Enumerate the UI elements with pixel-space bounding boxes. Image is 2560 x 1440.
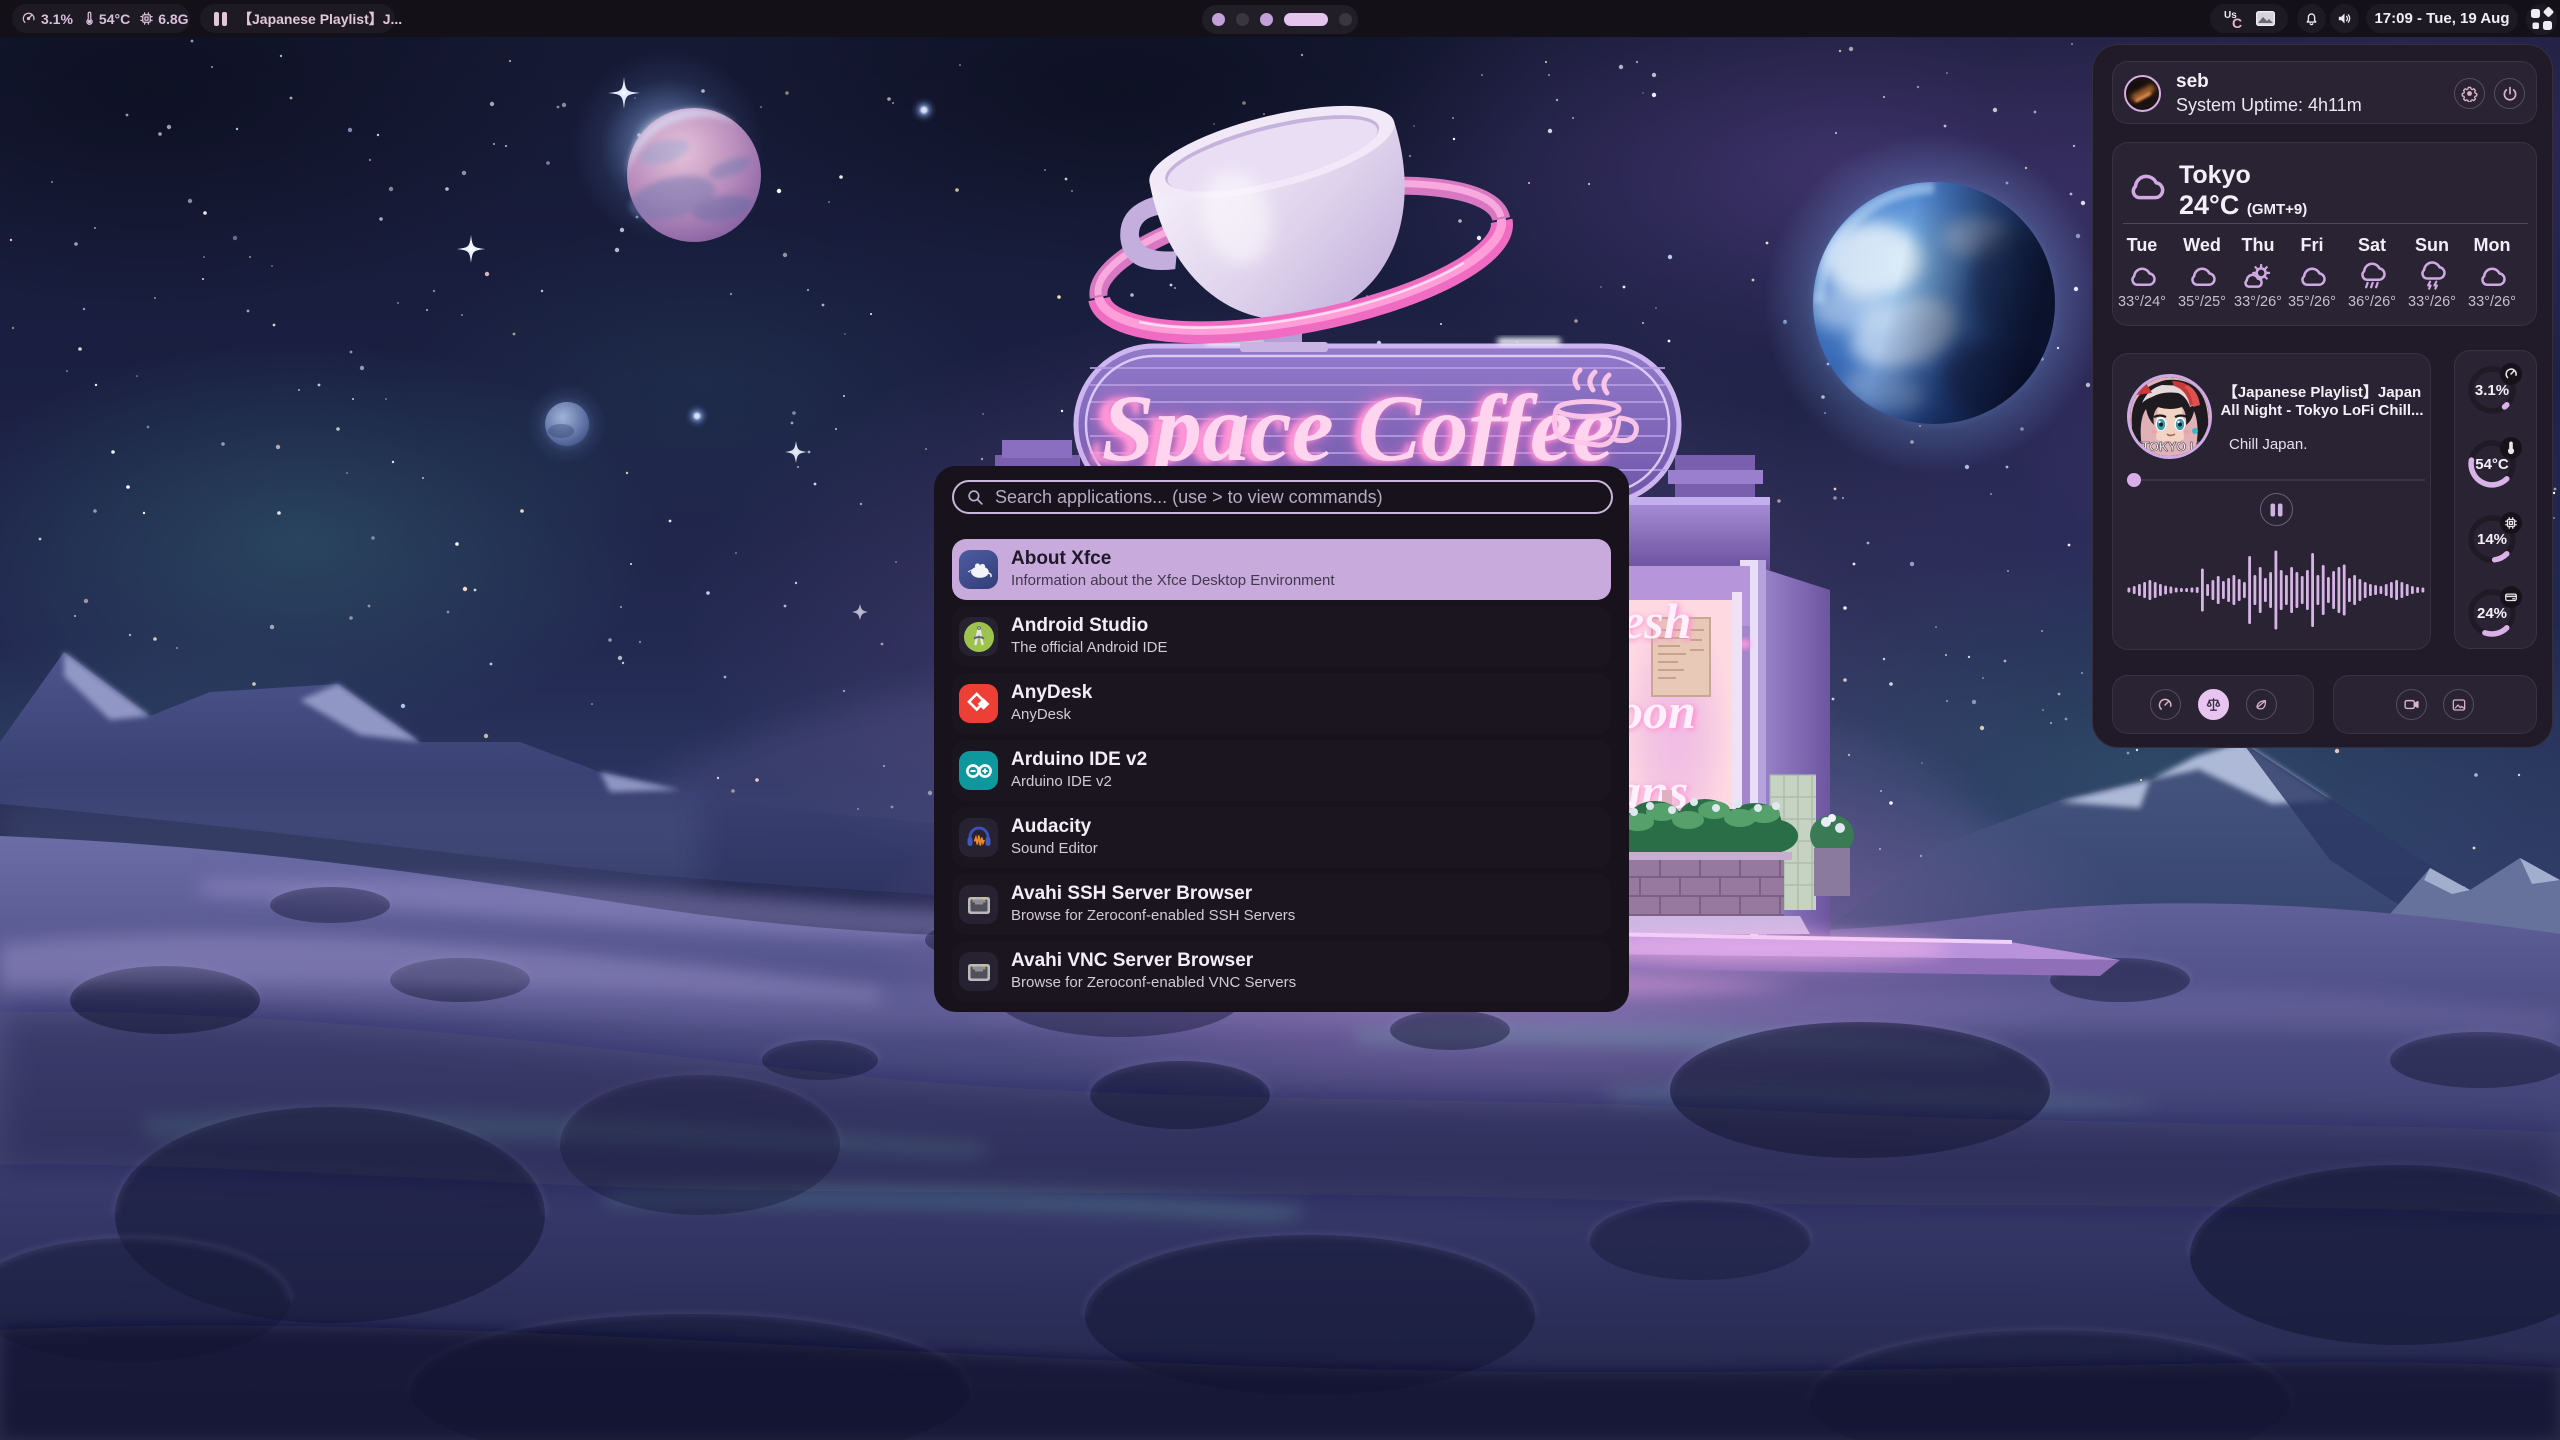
svg-text:oon: oon (1618, 683, 1696, 739)
svg-text:TOKYO L: TOKYO L (2142, 440, 2198, 454)
svg-text:esh: esh (1622, 593, 1691, 649)
svg-text:C: C (2232, 15, 2242, 30)
